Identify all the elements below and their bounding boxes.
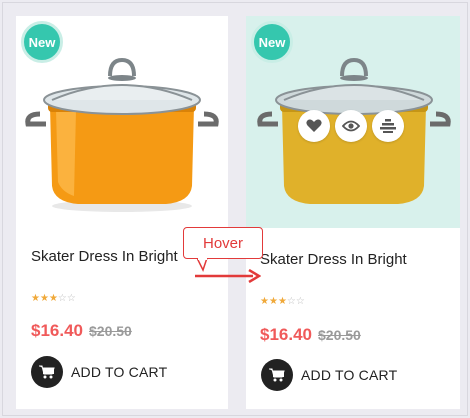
star-empty-icon: ☆ — [286, 296, 296, 307]
star-empty-icon: ☆ — [295, 296, 305, 307]
star-empty-icon: ☆ — [66, 293, 76, 304]
current-price: $16.40 — [31, 321, 83, 340]
product-rating: ★★★☆☆ — [31, 293, 76, 304]
add-to-cart-button[interactable]: ADD TO CART — [261, 359, 397, 391]
add-to-cart-label: ADD TO CART — [71, 364, 168, 380]
product-grid: New Skater Dress In Bright ★★★☆☆ $16.40 … — [2, 2, 468, 416]
star-icon: ★ — [277, 296, 287, 307]
add-to-cart-button[interactable]: ADD TO CART — [31, 356, 167, 388]
current-price: $16.40 — [260, 325, 312, 344]
eye-icon — [342, 120, 360, 132]
product-card[interactable]: New Skater Dress In Bright ★★★☆☆ $16.40 … — [16, 16, 228, 409]
wishlist-button[interactable] — [298, 110, 330, 142]
new-badge: New — [251, 21, 293, 63]
add-to-cart-label: ADD TO CART — [301, 367, 398, 383]
price-block: $16.40 $20.50 — [31, 321, 132, 341]
old-price: $20.50 — [89, 323, 132, 339]
product-card-hovered[interactable]: New Skater Dress In Bright ★★★☆☆ $16.40 … — [246, 16, 460, 409]
old-price: $20.50 — [318, 327, 361, 343]
product-rating: ★★★☆☆ — [260, 296, 305, 307]
quick-view-button[interactable] — [335, 110, 367, 142]
star-icon: ★ — [268, 296, 278, 307]
heart-icon — [306, 119, 322, 132]
hover-annotation: Hover — [183, 227, 263, 259]
product-title[interactable]: Skater Dress In Bright — [260, 251, 407, 268]
star-icon: ★ — [31, 293, 40, 304]
product-image[interactable]: New — [246, 16, 460, 228]
price-block: $16.40 $20.50 — [260, 325, 361, 345]
compare-button[interactable] — [372, 110, 404, 142]
cart-icon — [31, 356, 63, 388]
star-icon: ★ — [48, 293, 58, 304]
star-icon: ★ — [260, 296, 269, 307]
pot-image — [25, 57, 219, 212]
compare-icon — [380, 119, 396, 133]
new-badge: New — [21, 21, 63, 63]
product-image[interactable]: New — [16, 16, 228, 228]
star-icon: ★ — [39, 293, 49, 304]
arrow-right-icon — [195, 269, 261, 283]
hover-actions — [298, 110, 404, 142]
star-empty-icon: ☆ — [57, 293, 67, 304]
product-title[interactable]: Skater Dress In Bright — [31, 248, 178, 265]
cart-icon — [261, 359, 293, 391]
